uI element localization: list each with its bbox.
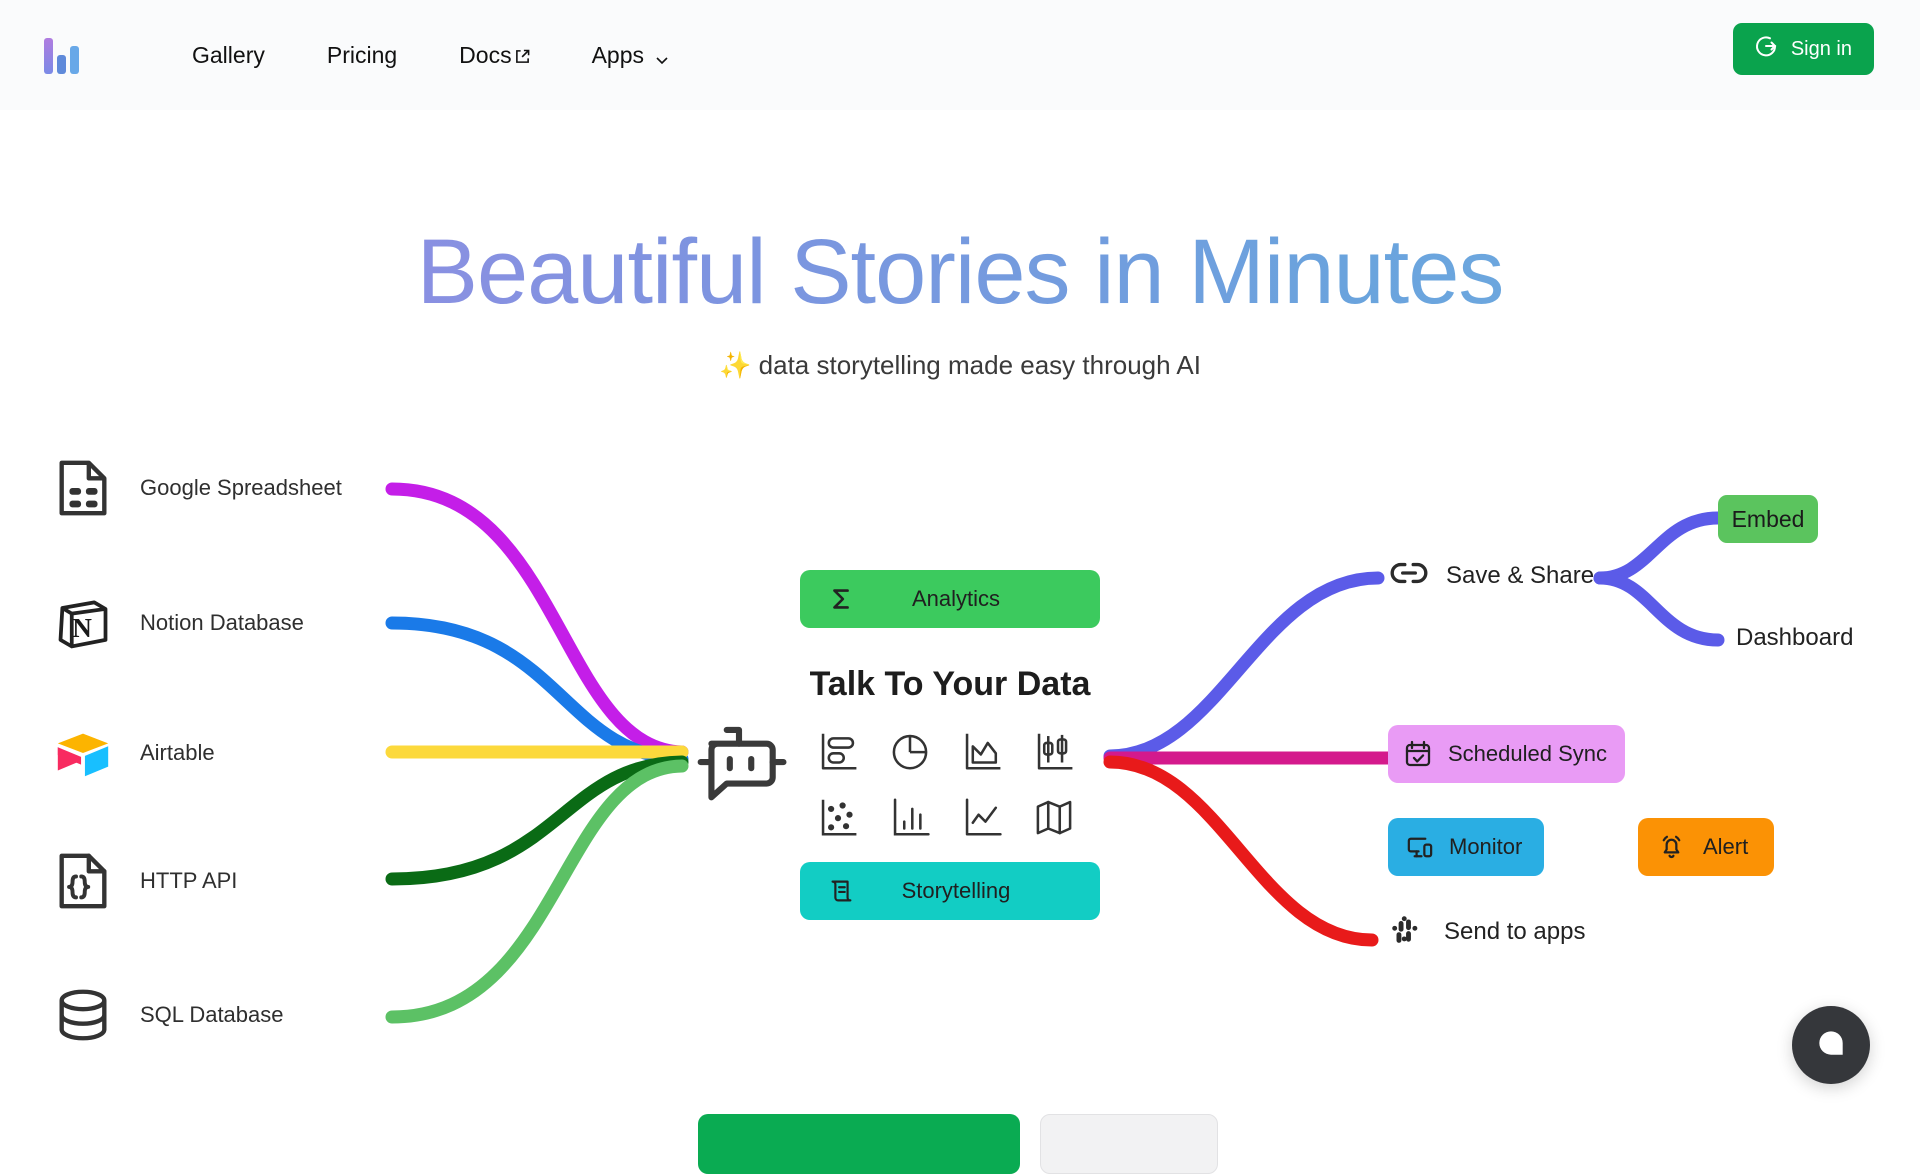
connector-lines	[0, 0, 1920, 1122]
scatter-chart-icon[interactable]	[802, 784, 874, 850]
bar-horizontal-chart-icon[interactable]	[802, 718, 874, 784]
source-item-google-spreadsheet[interactable]: Google Spreadsheet	[50, 455, 342, 521]
storytelling-button[interactable]: Storytelling	[800, 862, 1100, 920]
flow-diagram: Google Spreadsheet N Notion Database Air…	[0, 0, 1920, 1122]
candlestick-chart-icon[interactable]	[1018, 718, 1090, 784]
storytelling-label: Storytelling	[856, 878, 1074, 904]
hub-title: Talk To Your Data	[800, 665, 1100, 704]
chat-bot-icon	[690, 710, 790, 810]
monitor-icon	[1404, 832, 1435, 863]
braces-file-icon	[50, 848, 116, 914]
sigma-icon	[826, 584, 856, 614]
extra-label: Alert	[1703, 834, 1748, 860]
link-icon	[1388, 552, 1430, 599]
output-item-send-to-apps[interactable]: Send to apps	[1388, 912, 1585, 951]
source-item-notion-database[interactable]: N Notion Database	[50, 590, 304, 656]
notion-icon: N	[50, 590, 116, 656]
source-label: Notion Database	[140, 610, 304, 636]
map-chart-icon[interactable]	[1018, 784, 1090, 850]
database-cylinder-icon	[50, 982, 116, 1048]
extra-item-alert[interactable]: Alert	[1638, 818, 1774, 876]
svg-text:N: N	[72, 613, 92, 643]
analytics-label: Analytics	[856, 586, 1074, 612]
scroll-icon	[826, 876, 856, 906]
analytics-button[interactable]: Analytics	[800, 570, 1100, 628]
share-child-embed[interactable]: Embed	[1718, 495, 1818, 543]
share-child-dashboard[interactable]: Dashboard	[1736, 624, 1853, 652]
output-label: Scheduled Sync	[1448, 741, 1607, 767]
chart-type-grid	[802, 718, 1090, 850]
primary-cta-button[interactable]	[698, 1114, 1020, 1174]
pie-chart-icon[interactable]	[874, 718, 946, 784]
airtable-icon	[50, 720, 116, 786]
calendar-check-icon	[1402, 738, 1434, 770]
column-chart-icon[interactable]	[874, 784, 946, 850]
source-label: HTTP API	[140, 868, 237, 894]
source-item-sql-database[interactable]: SQL Database	[50, 982, 284, 1048]
chat-launcher-button[interactable]	[1792, 1006, 1870, 1084]
secondary-cta-button[interactable]	[1040, 1114, 1218, 1174]
output-label: Send to apps	[1444, 918, 1585, 946]
source-item-http-api[interactable]: HTTP API	[50, 848, 237, 914]
embed-label: Embed	[1732, 506, 1805, 533]
line-chart-icon[interactable]	[946, 784, 1018, 850]
bell-icon	[1656, 832, 1687, 863]
output-item-scheduled-sync[interactable]: Scheduled Sync	[1388, 725, 1625, 783]
source-item-airtable[interactable]: Airtable	[50, 720, 215, 786]
output-label: Save & Share	[1446, 562, 1594, 590]
extra-item-monitor[interactable]: Monitor	[1388, 818, 1544, 876]
area-chart-icon[interactable]	[946, 718, 1018, 784]
slack-icon	[1388, 912, 1422, 951]
source-label: Google Spreadsheet	[140, 475, 342, 501]
chat-bubble-icon	[1814, 1026, 1848, 1065]
extra-label: Monitor	[1449, 834, 1522, 860]
spreadsheet-file-icon	[50, 455, 116, 521]
output-item-save-and-share[interactable]: Save & Share	[1388, 552, 1594, 599]
source-label: Airtable	[140, 740, 215, 766]
source-label: SQL Database	[140, 1002, 284, 1028]
